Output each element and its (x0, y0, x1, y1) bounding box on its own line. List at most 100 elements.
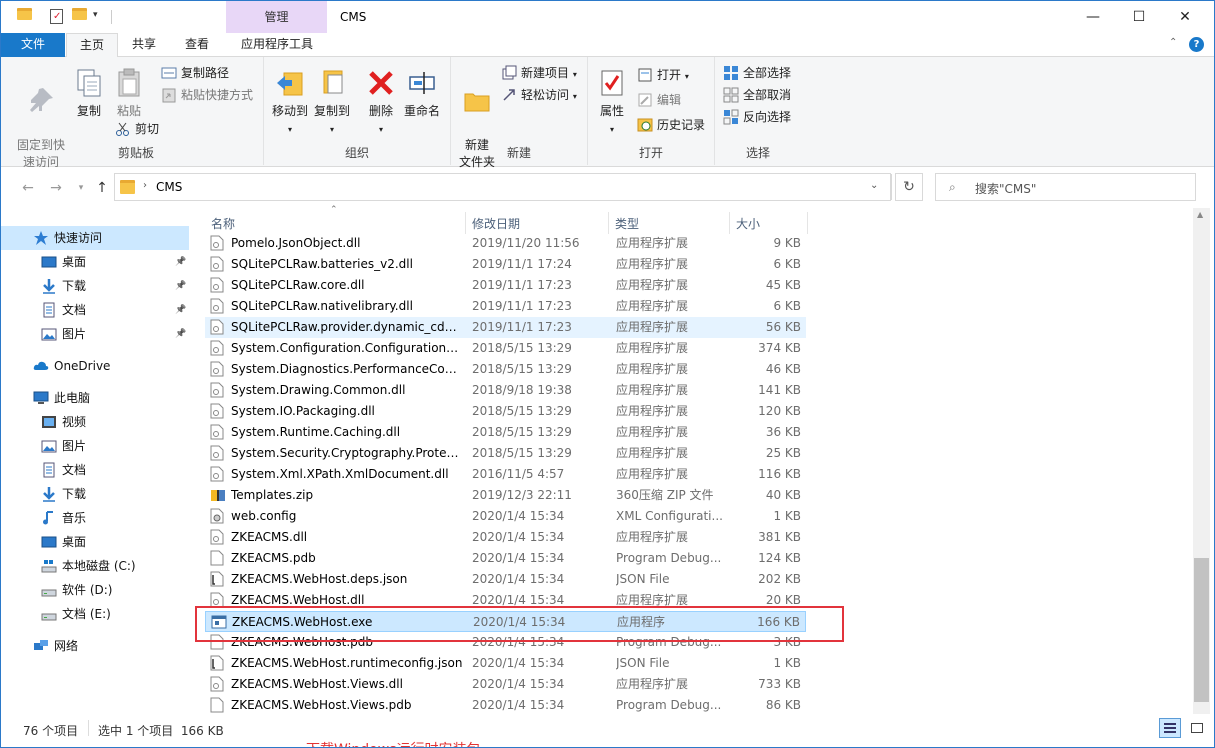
refresh-icon[interactable]: ↻ (895, 173, 923, 201)
sidebar-item-music[interactable]: 音乐 (1, 506, 189, 530)
file-row[interactable]: ZKEACMS.WebHost.Views.pdb 2020/1/4 15:34 P… (205, 695, 806, 716)
folder-icon[interactable] (17, 8, 33, 26)
details-view-icon[interactable] (1159, 718, 1181, 738)
sidebar-item-drive-d[interactable]: 软件 (D:) (1, 578, 189, 602)
forward-arrow-icon[interactable]: → (47, 179, 65, 197)
sidebar-item-onedrive[interactable]: OneDrive (1, 354, 189, 378)
sidebar-item-pictures-pc[interactable]: 图片 (1, 434, 189, 458)
recent-dropdown-icon[interactable]: ▾ (72, 179, 90, 197)
sidebar-item-documents-pc[interactable]: 文档 (1, 458, 189, 482)
tab-file[interactable]: 文件 (1, 33, 65, 57)
move-to-button[interactable]: 移动到 ▾ (268, 67, 312, 138)
file-row[interactable]: SQLitePCLRaw.nativelibrary.dll 2019/11/1 … (205, 296, 806, 317)
new-folder-icon[interactable] (72, 8, 88, 26)
select-all-button[interactable]: 全部选择 (723, 63, 791, 83)
copy-button[interactable]: 复制 (71, 67, 107, 120)
file-row[interactable]: ZKEACMS.pdb 2020/1/4 15:34 Program Debug..… (205, 548, 806, 569)
file-size: 374 KB (758, 341, 801, 355)
open-button[interactable]: 打开 ▾ (637, 65, 689, 85)
sidebar-item-desktop[interactable]: 桌面 📌 (1, 250, 189, 274)
file-row[interactable]: SQLitePCLRaw.provider.dynamic_cde... 2019… (205, 317, 806, 338)
select-none-button[interactable]: 全部取消 (723, 85, 791, 105)
sidebar-item-desktop-pc[interactable]: 桌面 (1, 530, 189, 554)
scrollbar-thumb[interactable] (1194, 558, 1209, 702)
column-divider[interactable] (465, 212, 466, 234)
file-row[interactable]: System.IO.Packaging.dll 2018/5/15 13:29 应用… (205, 401, 806, 422)
back-arrow-icon[interactable]: ← (19, 179, 37, 197)
sidebar-item-videos[interactable]: 视频 (1, 410, 189, 434)
file-row[interactable]: System.Drawing.Common.dll 2018/9/18 19:38… (205, 380, 806, 401)
file-row[interactable]: System.Xml.XPath.XmlDocument.dll 2016/11/… (205, 464, 806, 485)
context-tab-manage[interactable]: 管理 (226, 1, 327, 33)
maximize-button[interactable]: ☐ (1116, 1, 1162, 33)
sidebar-item-network[interactable]: 网络 (1, 634, 189, 658)
help-icon[interactable]: ? (1189, 37, 1204, 52)
rename-button[interactable]: 重命名 (402, 67, 442, 120)
file-row[interactable]: SQLitePCLRaw.batteries_v2.dll 2019/11/1 1… (205, 254, 806, 275)
file-row[interactable]: SQLitePCLRaw.core.dll 2019/11/1 17:23 应用程序… (205, 275, 806, 296)
pinned-icon: 📌 (175, 281, 187, 291)
sidebar-item-downloads[interactable]: 下载 📌 (1, 274, 189, 298)
sidebar-item-drive-c[interactable]: 本地磁盘 (C:) (1, 554, 189, 578)
paste-button[interactable]: 粘贴 (111, 67, 147, 120)
file-row[interactable]: System.Runtime.Caching.dll 2018/5/15 13:2… (205, 422, 806, 443)
sidebar-item-documents[interactable]: 文档 📌 (1, 298, 189, 322)
paste-shortcut-button[interactable]: 粘贴快捷方式 (161, 85, 253, 105)
cut-button[interactable]: 剪切 (115, 119, 159, 139)
tab-view[interactable]: 查看 (173, 33, 221, 57)
path-dropdown-icon[interactable]: ⌄ (870, 180, 878, 191)
file-row[interactable]: System.Diagnostics.PerformanceCou... 2018… (205, 359, 806, 380)
sidebar-item-this-pc[interactable]: 此电脑 (1, 386, 189, 410)
ribbon-collapse-icon[interactable]: ⌃ (1169, 37, 1177, 48)
pinned-icon: 📌 (175, 329, 187, 339)
column-divider[interactable] (807, 212, 808, 234)
quick-access-dropdown-icon[interactable]: ▾ (93, 10, 109, 28)
file-row[interactable]: Templates.zip 2019/12/3 22:11 360压缩 ZIP 文件… (205, 485, 806, 506)
address-path-box[interactable]: › CMS ⌄ (114, 173, 892, 201)
file-row[interactable]: System.Security.Cryptography.Protect... 2… (205, 443, 806, 464)
file-row[interactable]: Pomelo.JsonObject.dll 2019/11/20 11:56 应用程… (205, 233, 806, 254)
properties-check-icon[interactable]: ✓ (50, 9, 63, 24)
file-row[interactable]: web.config 2020/1/4 15:34 XML Configurati.… (205, 506, 806, 527)
column-divider[interactable] (729, 212, 730, 234)
edit-button[interactable]: 编辑 (637, 90, 681, 110)
tab-app-tools[interactable]: 应用程序工具 (227, 33, 327, 57)
easy-access-icon (503, 89, 515, 101)
paste-shortcut-icon (162, 88, 176, 103)
scroll-up-icon[interactable]: ▲ (1197, 210, 1203, 219)
tab-home[interactable]: 主页 (66, 33, 118, 58)
invert-selection-button[interactable]: 反向选择 (723, 107, 791, 127)
copy-to-button[interactable]: 复制到 ▾ (310, 67, 354, 138)
history-button[interactable]: 历史记录 (637, 115, 705, 135)
file-name: SQLitePCLRaw.batteries_v2.dll (231, 257, 413, 271)
file-size: 1 KB (773, 656, 801, 670)
search-input[interactable]: ⌕ 搜索"CMS" (935, 173, 1196, 201)
file-type: Program Debug... (616, 551, 722, 565)
sidebar-item-drive-e[interactable]: 文档 (E:) (1, 602, 189, 626)
column-divider[interactable] (608, 212, 609, 234)
file-row[interactable]: ZKEACMS.WebHost.runtimeconfig.json 2020/1… (205, 653, 806, 674)
properties-button[interactable]: 属性 ▾ (592, 67, 632, 138)
file-type: 应用程序扩展 (616, 278, 689, 292)
sidebar-item-downloads-pc[interactable]: 下载 (1, 482, 189, 506)
file-date: 2018/5/15 13:29 (472, 341, 572, 355)
sidebar-item-quick-access[interactable]: 快速访问 (1, 226, 189, 250)
file-row[interactable]: ZKEACMS.WebHost.Views.dll 2020/1/4 15:34 应… (205, 674, 806, 695)
easy-access-button[interactable]: 轻松访问 ▾ (501, 85, 577, 105)
copy-path-button[interactable]: 复制路径 (161, 63, 229, 83)
search-placeholder: 搜索"CMS" (975, 182, 1037, 196)
breadcrumb-cms[interactable]: CMS (156, 180, 182, 194)
file-row[interactable]: ZKEACMS.WebHost.deps.json 2020/1/4 15:34 J… (205, 569, 806, 590)
sidebar-item-pictures[interactable]: 图片 📌 (1, 322, 189, 346)
tab-share[interactable]: 共享 (120, 33, 168, 57)
file-type: 360压缩 ZIP 文件 (616, 488, 714, 502)
minimize-button[interactable]: — (1070, 1, 1116, 33)
file-row[interactable]: System.Configuration.ConfigurationM... 20… (205, 338, 806, 359)
new-item-button[interactable]: 新建项目 ▾ (501, 63, 577, 83)
delete-button[interactable]: 删除 ▾ (364, 67, 398, 138)
close-button[interactable]: ✕ (1162, 1, 1208, 33)
file-row[interactable]: ZKEACMS.dll 2020/1/4 15:34 应用程序扩展 381 KB (205, 527, 806, 548)
large-icons-view-icon[interactable] (1186, 718, 1208, 738)
open-dropdown-icon: ▾ (684, 72, 689, 81)
up-arrow-icon[interactable]: ↑ (93, 179, 111, 197)
